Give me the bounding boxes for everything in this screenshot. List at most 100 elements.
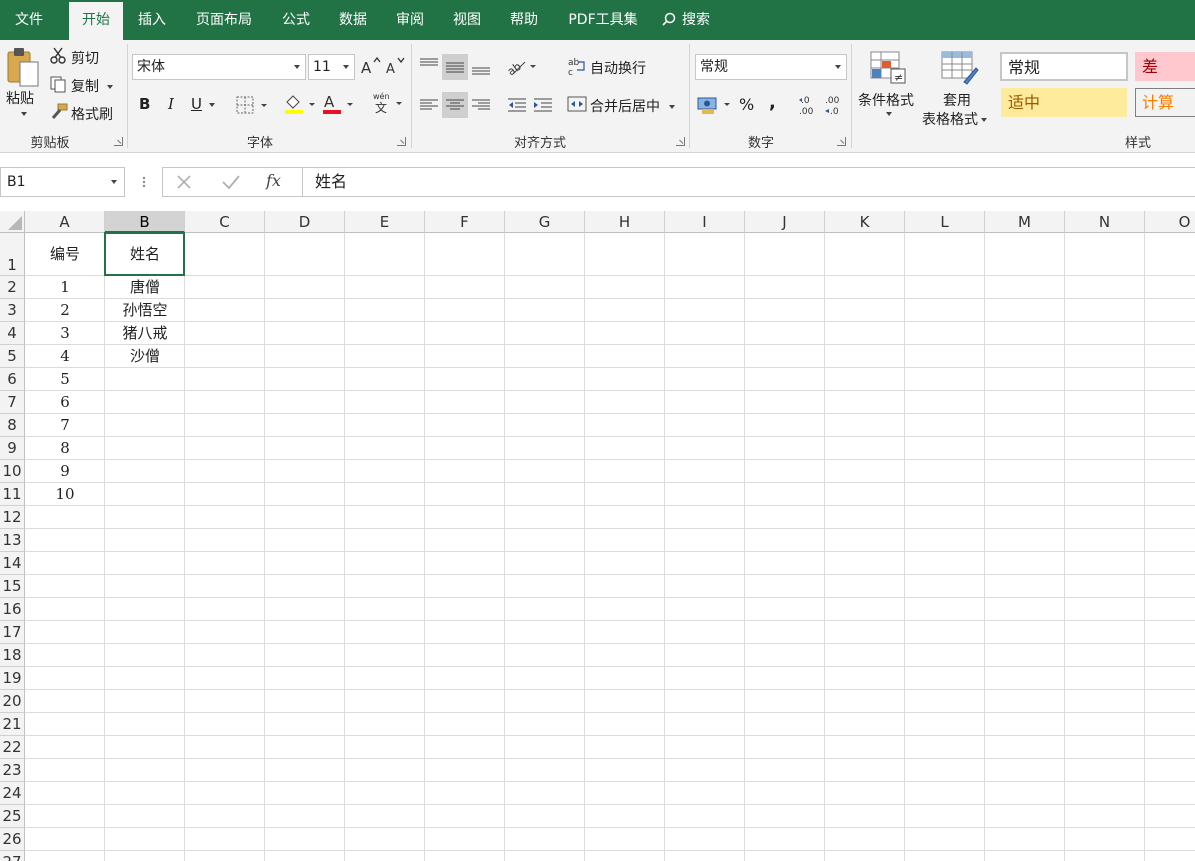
cell-a11[interactable]: 10 (25, 483, 105, 506)
tab-pdf-tools[interactable]: PDF工具集 (557, 0, 649, 40)
row-header-8[interactable]: 8 (0, 414, 25, 437)
decrease-font-icon[interactable]: A (384, 56, 406, 77)
align-center-icon[interactable] (442, 92, 468, 118)
row-header-12[interactable]: 12 (0, 506, 25, 529)
cell-b8[interactable] (105, 414, 185, 437)
row-header-19[interactable]: 19 (0, 667, 25, 690)
tab-data[interactable]: 数据 (327, 0, 379, 40)
cell-b4[interactable]: 猪八戒 (105, 322, 185, 345)
align-top-icon[interactable] (417, 54, 441, 80)
cell-a2[interactable]: 1 (25, 276, 105, 299)
tab-view[interactable]: 视图 (441, 0, 493, 40)
row-header-20[interactable]: 20 (0, 690, 25, 713)
column-header-l[interactable]: L (905, 211, 985, 233)
column-header-i[interactable]: I (665, 211, 745, 233)
comma-button[interactable]: , (769, 92, 776, 113)
cell-b3[interactable]: 孙悟空 (105, 299, 185, 322)
formula-input[interactable]: 姓名 (302, 167, 1195, 197)
cell-b1[interactable]: 姓名 (105, 233, 185, 276)
cell-a8[interactable]: 7 (25, 414, 105, 437)
cell-a4[interactable]: 3 (25, 322, 105, 345)
row-header-1[interactable]: 1 (0, 233, 25, 276)
font-size-select[interactable]: 11 (308, 54, 355, 80)
column-header-o[interactable]: O (1145, 211, 1195, 233)
tab-page-layout[interactable]: 页面布局 (184, 0, 264, 40)
font-launcher-icon[interactable] (397, 137, 406, 146)
alignment-launcher-icon[interactable] (676, 137, 685, 146)
paste-dropdown[interactable] (18, 106, 27, 122)
tab-insert[interactable]: 插入 (126, 0, 178, 40)
column-header-g[interactable]: G (505, 211, 585, 233)
row-header-15[interactable]: 15 (0, 575, 25, 598)
format-as-table-label-line1[interactable]: 套用 (943, 90, 971, 110)
align-bottom-icon[interactable] (469, 54, 493, 80)
row-header-5[interactable]: 5 (0, 345, 25, 368)
row-header-17[interactable]: 17 (0, 621, 25, 644)
cell-a3[interactable]: 2 (25, 299, 105, 322)
italic-button[interactable]: I (168, 95, 174, 113)
cell-a9[interactable]: 8 (25, 437, 105, 460)
style-normal[interactable]: 常规 (1000, 52, 1128, 81)
cell-a5[interactable]: 4 (25, 345, 105, 368)
search-box[interactable]: 搜索 (662, 0, 732, 40)
style-calculation[interactable]: 计算 (1135, 88, 1195, 117)
conditional-format-dropdown[interactable] (883, 106, 892, 122)
row-header-6[interactable]: 6 (0, 368, 25, 391)
tab-formulas[interactable]: 公式 (270, 0, 322, 40)
paste-icon[interactable] (5, 46, 41, 88)
row-header-3[interactable]: 3 (0, 299, 25, 322)
column-header-f[interactable]: F (425, 211, 505, 233)
row-header-10[interactable]: 10 (0, 460, 25, 483)
number-launcher-icon[interactable] (837, 137, 846, 146)
align-middle-icon[interactable] (442, 54, 468, 80)
format-as-table-button[interactable]: 表格格式 (922, 109, 987, 129)
wrap-text-button[interactable]: 自动换行 (590, 58, 646, 78)
column-header-e[interactable]: E (345, 211, 425, 233)
column-header-a[interactable]: A (25, 211, 105, 233)
row-header-27[interactable]: 27 (0, 851, 25, 861)
increase-decimal-icon[interactable]: .0.00 (798, 93, 820, 117)
cell-a10[interactable]: 9 (25, 460, 105, 483)
style-neutral[interactable]: 适中 (1001, 88, 1127, 117)
cell-b11[interactable] (105, 483, 185, 506)
cut-button[interactable]: 剪切 (71, 48, 99, 68)
cell-b9[interactable] (105, 437, 185, 460)
fill-color-icon[interactable] (283, 92, 319, 116)
cell-b5[interactable]: 沙僧 (105, 345, 185, 368)
number-format-select[interactable]: 常规 (695, 54, 847, 80)
row-header-21[interactable]: 21 (0, 713, 25, 736)
row-header-23[interactable]: 23 (0, 759, 25, 782)
row-header-24[interactable]: 24 (0, 782, 25, 805)
select-all-corner[interactable] (0, 211, 25, 233)
cell-a7[interactable]: 6 (25, 391, 105, 414)
align-right-icon[interactable] (469, 92, 493, 118)
percent-button[interactable]: % (739, 95, 754, 114)
orientation-icon[interactable]: ab (505, 54, 539, 80)
accounting-format-icon[interactable] (697, 94, 735, 116)
name-box[interactable]: B1 (0, 167, 125, 197)
row-header-26[interactable]: 26 (0, 828, 25, 851)
enter-checkmark-icon[interactable] (221, 173, 241, 191)
row-header-2[interactable]: 2 (0, 276, 25, 299)
tab-review[interactable]: 审阅 (384, 0, 436, 40)
cell-b6[interactable] (105, 368, 185, 391)
cell-a1[interactable]: 编号 (25, 233, 105, 276)
insert-function-button[interactable]: fx (266, 171, 281, 190)
paste-button[interactable]: 粘贴 (6, 88, 34, 108)
column-header-n[interactable]: N (1065, 211, 1145, 233)
font-color-icon[interactable]: A (321, 92, 357, 116)
cell-b10[interactable] (105, 460, 185, 483)
column-header-c[interactable]: C (185, 211, 265, 233)
column-header-b[interactable]: B (105, 211, 185, 233)
row-header-11[interactable]: 11 (0, 483, 25, 506)
column-header-m[interactable]: M (985, 211, 1065, 233)
spreadsheet-grid[interactable]: ABCDEFGHIJKLMNO 1 2 3 4 5 6 7 8 9 10 11 12 13 14 15 16 1… (0, 211, 1195, 861)
style-bad[interactable]: 差 (1135, 52, 1195, 81)
clipboard-launcher-icon[interactable] (114, 137, 123, 146)
row-header-18[interactable]: 18 (0, 644, 25, 667)
cancel-icon[interactable] (175, 173, 193, 191)
font-name-select[interactable]: 宋体 (132, 54, 306, 80)
tab-file[interactable]: 文件 (0, 0, 58, 40)
row-header-16[interactable]: 16 (0, 598, 25, 621)
row-header-25[interactable]: 25 (0, 805, 25, 828)
